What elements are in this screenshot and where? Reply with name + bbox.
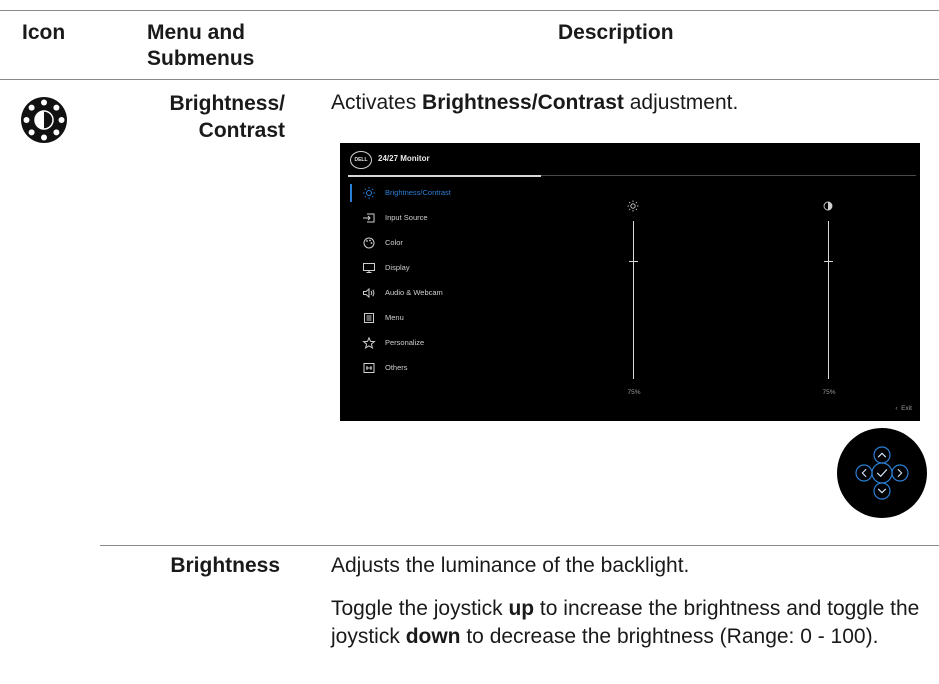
osd-menu-item-menu[interactable]: Menu	[350, 309, 530, 327]
star-icon	[362, 337, 376, 349]
osd-title-underline	[541, 175, 916, 176]
osd-exit-label: Exit	[901, 405, 912, 412]
header-menu-submenus: Menu and Submenus	[147, 21, 255, 70]
desc-bold: Brightness/Contrast	[422, 91, 624, 114]
table-top-rule	[0, 10, 939, 11]
osd-selection-bar	[350, 184, 352, 202]
brightness-slider-track[interactable]	[633, 221, 634, 379]
osd-menu-label: Audio & Webcam	[385, 288, 443, 297]
osd-menu-item-personalize[interactable]: Personalize	[350, 334, 530, 352]
slider-brightness-sun-icon	[627, 200, 639, 212]
osd-menu-label: Menu	[385, 313, 404, 322]
others-icon	[363, 363, 375, 373]
menu-icon	[364, 313, 374, 323]
left-icon	[861, 468, 867, 478]
osd-menu-item-audio-webcam[interactable]: Audio & Webcam	[350, 284, 530, 302]
input-source-icon	[363, 213, 375, 223]
check-icon	[876, 469, 888, 477]
desc-suffix: adjustment.	[623, 91, 739, 114]
brightness-icon	[20, 96, 68, 144]
osd-menu-label: Personalize	[385, 338, 425, 347]
osd-menu-item-input-source[interactable]: Input Source	[350, 209, 530, 227]
desc-prefix: Activates	[331, 91, 423, 114]
description-brightness-contrast: Activates Brightness/Contrast adjustment…	[331, 90, 738, 116]
osd-menu-item-display[interactable]: Display	[350, 259, 530, 277]
joystick-icon	[837, 428, 927, 518]
osd-menu-label: Color	[385, 238, 403, 247]
sun-icon	[363, 187, 375, 199]
desc-bold-down: down	[405, 625, 461, 648]
color-palette-icon	[363, 237, 375, 249]
header-description: Description	[558, 21, 674, 44]
menu-label-brightness-contrast: Brightness/ Contrast	[169, 92, 285, 142]
up-icon	[877, 452, 887, 458]
header-bottom-rule	[0, 79, 939, 80]
osd-menu-label: Others	[385, 363, 408, 372]
osd-exit-button[interactable]: ‹ Exit	[895, 405, 912, 412]
desc-text: Toggle the joystick	[331, 597, 509, 620]
contrast-slider-knob[interactable]	[824, 261, 833, 262]
row2-top-rule	[100, 545, 939, 546]
osd-menu-label: Input Source	[385, 213, 428, 222]
desc-text: to decrease the brightness (Range: 0 - 1…	[460, 625, 879, 648]
contrast-value: 75%	[822, 389, 836, 396]
desc-bold-up: up	[508, 597, 535, 620]
osd-menu-item-color[interactable]: Color	[350, 234, 530, 252]
osd-menu-item-brightness-contrast[interactable]: Brightness/Contrast	[350, 184, 530, 202]
osd-menu-item-others[interactable]: Others	[350, 359, 530, 377]
brightness-value: 75%	[627, 389, 641, 396]
description-brightness-line1: Adjusts the luminance of the backlight.	[331, 554, 690, 577]
osd-title-underline-active	[348, 175, 541, 177]
menu-label-brightness: Brightness	[170, 554, 280, 577]
dell-logo: DELL	[350, 151, 372, 169]
display-icon	[363, 263, 375, 273]
brightness-slider-knob[interactable]	[629, 261, 638, 262]
chevron-left-icon: ‹	[895, 405, 898, 412]
description-brightness-line2: Toggle the joystick up to increase the b…	[331, 595, 931, 651]
speaker-icon	[363, 287, 375, 299]
contrast-icon	[823, 201, 833, 211]
osd-menu-label: Display	[385, 263, 410, 272]
down-icon	[877, 488, 887, 494]
header-icon: Icon	[22, 21, 66, 44]
right-icon	[897, 468, 903, 478]
osd-menu-screen: DELL 24/27 Monitor Brightness/Contrast I…	[340, 143, 920, 421]
osd-title: 24/27 Monitor	[378, 154, 430, 163]
osd-menu-label: Brightness/Contrast	[385, 188, 451, 197]
contrast-slider-track[interactable]	[828, 221, 829, 379]
